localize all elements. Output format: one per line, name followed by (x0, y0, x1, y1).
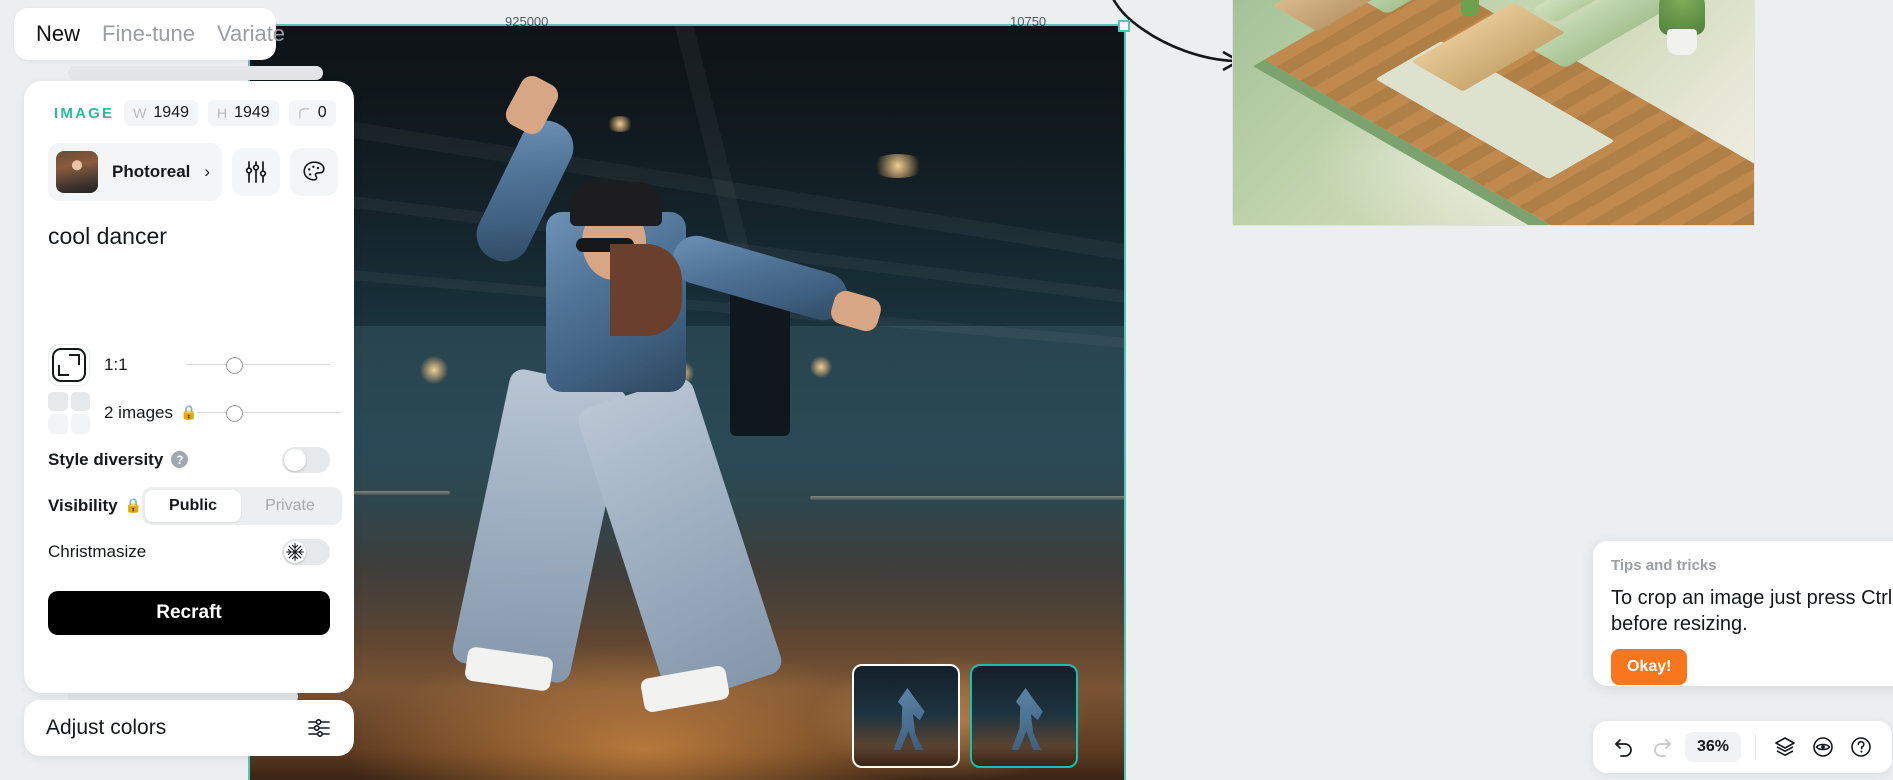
corner-radius-icon (298, 107, 309, 118)
slider-knob[interactable] (226, 404, 244, 422)
app-root: 925000 10750 New Fine-tune Variate IMAGE… (0, 0, 1893, 780)
width-key: W (133, 105, 147, 121)
variant-filmstrip (852, 664, 1078, 768)
redo-button[interactable] (1647, 732, 1677, 762)
image-count-label: 2 images (104, 402, 173, 422)
visibility-lock-icon: 🔒 (124, 497, 143, 514)
thumbnail-preview (893, 688, 925, 750)
style-name: Photoreal (112, 162, 191, 181)
palette-icon (303, 161, 325, 181)
visibility-label: Visibility (48, 495, 118, 515)
adjust-colors-panel[interactable]: Adjust colors (24, 700, 354, 756)
background-panel-sliver-top (68, 66, 323, 80)
slider-track (186, 363, 330, 365)
prompt-text[interactable]: cool dancer (48, 223, 330, 251)
height-value: 1949 (234, 104, 270, 121)
dancer-figure (370, 71, 930, 726)
aspect-ratio-slider[interactable] (186, 354, 330, 376)
thumbnail-preview (1011, 688, 1043, 750)
visibility-segmented-control: Public Private (142, 486, 342, 525)
tips-body-text: To crop an image just press Ctrl before … (1611, 587, 1893, 635)
tips-header: Tips and tricks ✕ (1611, 557, 1893, 577)
advanced-settings-button[interactable] (232, 148, 281, 196)
variant-thumbnail-1[interactable] (852, 664, 960, 768)
preview-button[interactable] (1808, 732, 1838, 762)
aspect-ratio-icon (52, 347, 86, 382)
help-icon[interactable]: ? (171, 451, 189, 469)
style-selector[interactable]: Photoreal › (48, 143, 223, 201)
visibility-option-public[interactable]: Public (145, 489, 242, 522)
recraft-button[interactable]: Recraft (48, 590, 330, 635)
undo-icon (1615, 739, 1632, 757)
width-chip[interactable]: W 1949 (124, 100, 198, 126)
aspect-ratio-row: 1:1 (48, 341, 330, 389)
slider-track (197, 411, 342, 413)
layers-button[interactable] (1770, 732, 1800, 762)
prompt-spacer (48, 251, 330, 341)
style-diversity-label: Style diversity (48, 449, 164, 469)
color-sliders-icon[interactable] (306, 715, 332, 741)
width-value: 1949 (153, 104, 189, 121)
generation-settings-panel: IMAGE W 1949 H 1949 0 Photoreal › cool d… (24, 81, 354, 693)
toolbar-divider (1755, 734, 1757, 760)
visibility-option-private[interactable]: Private (241, 490, 339, 522)
visibility-row: Visibility 🔒 Public Private (48, 483, 342, 529)
grid-2x2-icon[interactable] (48, 391, 90, 434)
canvas-measure-mid: 10750 (1010, 14, 1047, 29)
adjust-colors-label: Adjust colors (46, 716, 167, 739)
selection-handle-top-right[interactable] (1118, 20, 1130, 32)
style-diversity-toggle[interactable] (282, 446, 330, 473)
chevron-right-icon: › (204, 162, 211, 181)
tab-new[interactable]: New (36, 21, 80, 47)
snowflake-icon (286, 542, 304, 561)
help-button[interactable] (1846, 732, 1876, 762)
style-diversity-row: Style diversity ? (48, 437, 330, 483)
style-thumbnail (56, 151, 98, 193)
height-key: H (216, 105, 228, 121)
image-count-slider[interactable] (197, 402, 342, 424)
media-type-label: IMAGE (54, 104, 115, 122)
undo-button[interactable] (1609, 732, 1639, 762)
height-chip[interactable]: H 1949 (207, 100, 279, 126)
image-count-lock-icon: 🔒 (179, 404, 198, 421)
aspect-ratio-button[interactable] (48, 343, 90, 386)
christmasize-label: Christmasize (48, 541, 147, 561)
zoom-level-control[interactable]: 36% (1685, 732, 1742, 762)
corner-radius-value: 0 (317, 104, 327, 121)
corner-radius-chip[interactable]: 0 (288, 100, 336, 126)
tips-okay-button[interactable]: Okay! (1611, 649, 1688, 685)
layers-icon (1775, 737, 1795, 756)
mode-tabs: New Fine-tune Variate (14, 8, 285, 60)
christmasize-toggle[interactable] (282, 538, 330, 565)
color-palette-button[interactable] (290, 148, 339, 196)
aspect-ratio-label: 1:1 (104, 354, 128, 374)
tab-fine-tune[interactable]: Fine-tune (102, 21, 195, 47)
canvas-measure-left: 925000 (505, 14, 549, 29)
question-circle-icon (1851, 737, 1871, 757)
tab-variate[interactable]: Variate (217, 21, 285, 47)
image-meta-row: IMAGE W 1949 H 1949 0 (48, 99, 336, 127)
tips-and-tricks-popup: Tips and tricks ✕ To crop an image just … (1593, 541, 1893, 686)
christmasize-row: Christmasize (48, 529, 330, 575)
style-row: Photoreal › (48, 143, 339, 201)
variant-thumbnail-2[interactable] (970, 664, 1078, 768)
isometric-room-image[interactable] (1232, 0, 1755, 226)
canvas-toolbar: 36% (1593, 721, 1893, 773)
redo-icon (1654, 739, 1671, 757)
slider-knob[interactable] (226, 356, 243, 374)
image-count-row: 2 images 🔒 (48, 389, 342, 437)
sliders-icon (245, 161, 267, 183)
eye-icon (1813, 737, 1833, 757)
toggle-knob (284, 448, 306, 471)
tips-title: Tips and tricks (1611, 557, 1717, 574)
